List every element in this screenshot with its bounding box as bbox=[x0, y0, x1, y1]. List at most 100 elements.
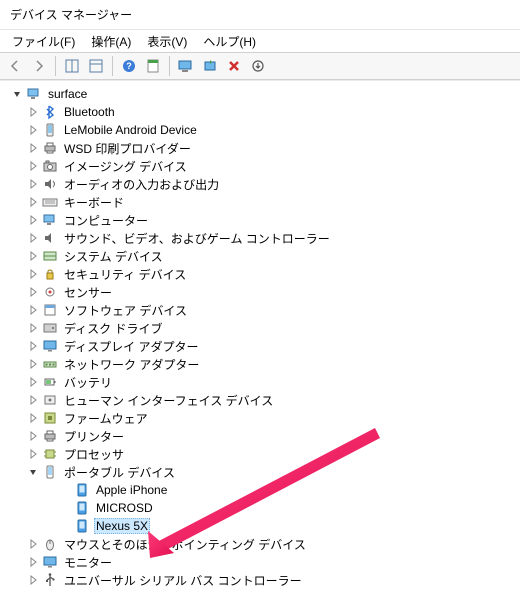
camera-icon bbox=[42, 158, 58, 174]
menu-action[interactable]: 操作(A) bbox=[85, 31, 137, 52]
expander-icon[interactable] bbox=[26, 303, 40, 317]
tree-node[interactable]: ポータブル デバイス bbox=[0, 463, 520, 481]
expander-icon[interactable] bbox=[26, 411, 40, 425]
toolbar-help-button[interactable]: ? bbox=[118, 55, 140, 77]
expander-icon[interactable] bbox=[26, 339, 40, 353]
tree-node-label: MICROSD bbox=[94, 500, 155, 516]
expander-icon[interactable] bbox=[26, 465, 40, 479]
tree-node-label: ヒューマン インターフェイス デバイス bbox=[62, 391, 275, 410]
tree-node[interactable]: ソフトウェア デバイス bbox=[0, 301, 520, 319]
tree-node[interactable]: ディスク ドライブ bbox=[0, 319, 520, 337]
expander-icon[interactable] bbox=[26, 267, 40, 281]
expander-icon[interactable] bbox=[26, 375, 40, 389]
tree-node[interactable]: キーボード bbox=[0, 193, 520, 211]
audio-icon bbox=[42, 176, 58, 192]
tree-node[interactable]: セキュリティ デバイス bbox=[0, 265, 520, 283]
toolbar-forward-button[interactable] bbox=[28, 55, 50, 77]
tree-node[interactable]: コンピューター bbox=[0, 211, 520, 229]
system-icon bbox=[42, 248, 58, 264]
tree-node-label: イメージング デバイス bbox=[62, 157, 189, 176]
tree-node[interactable]: オーディオの入力および出力 bbox=[0, 175, 520, 193]
tree-node[interactable]: バッテリ bbox=[0, 373, 520, 391]
tree-node[interactable]: イメージング デバイス bbox=[0, 157, 520, 175]
tree-node-label: surface bbox=[46, 86, 89, 102]
tree-child-node[interactable]: MICROSD bbox=[0, 499, 520, 517]
expander-icon[interactable] bbox=[26, 159, 40, 173]
usb-icon bbox=[42, 572, 58, 588]
computer-icon bbox=[42, 212, 58, 228]
x-icon bbox=[227, 59, 241, 73]
tree-child-node[interactable]: Nexus 5X bbox=[0, 517, 520, 535]
expander-icon[interactable] bbox=[26, 123, 40, 137]
expander-icon[interactable] bbox=[26, 537, 40, 551]
device-tree-pane[interactable]: surfaceBluetoothLeMobile Android DeviceW… bbox=[0, 80, 520, 590]
properties-icon bbox=[146, 59, 160, 73]
expander-icon[interactable] bbox=[26, 429, 40, 443]
toolbar-uninstall-button[interactable] bbox=[223, 55, 245, 77]
expander-icon[interactable] bbox=[26, 321, 40, 335]
toolbar-grid1-button[interactable] bbox=[61, 55, 83, 77]
tree-node-label: セキュリティ デバイス bbox=[62, 265, 188, 284]
menu-file[interactable]: ファイル(F) bbox=[6, 31, 81, 52]
expander-icon[interactable] bbox=[26, 285, 40, 299]
tree-node-label: コンピューター bbox=[62, 211, 150, 230]
expander-icon[interactable] bbox=[26, 231, 40, 245]
disk-icon bbox=[42, 320, 58, 336]
toolbar-refresh-button[interactable] bbox=[247, 55, 269, 77]
tree-node[interactable]: WSD 印刷プロバイダー bbox=[0, 139, 520, 157]
printer-icon bbox=[42, 140, 58, 156]
tree-root[interactable]: surface bbox=[0, 85, 520, 103]
device-blue-icon bbox=[74, 500, 90, 516]
tree-node[interactable]: マウスとそのほかのポインティング デバイス bbox=[0, 535, 520, 553]
tree-node[interactable]: システム デバイス bbox=[0, 247, 520, 265]
expander-icon[interactable] bbox=[26, 249, 40, 263]
expander-icon[interactable] bbox=[26, 177, 40, 191]
software-icon bbox=[42, 302, 58, 318]
expander-icon[interactable] bbox=[26, 141, 40, 155]
tree-node[interactable]: プリンター bbox=[0, 427, 520, 445]
expander-icon[interactable] bbox=[26, 105, 40, 119]
tree-node[interactable]: モニター bbox=[0, 553, 520, 571]
tree-node[interactable]: ネットワーク アダプター bbox=[0, 355, 520, 373]
display-icon bbox=[42, 338, 58, 354]
expander-icon[interactable] bbox=[26, 357, 40, 371]
expander-icon[interactable] bbox=[26, 555, 40, 569]
menubar: ファイル(F) 操作(A) 表示(V) ヘルプ(H) bbox=[0, 30, 520, 52]
expander-icon[interactable] bbox=[10, 87, 24, 101]
expander-icon[interactable] bbox=[26, 573, 40, 587]
tree-node[interactable]: サウンド、ビデオ、およびゲーム コントローラー bbox=[0, 229, 520, 247]
cpu-icon bbox=[42, 446, 58, 462]
tree-node-label: ファームウェア bbox=[62, 409, 150, 428]
expander-icon[interactable] bbox=[26, 213, 40, 227]
toolbar-update-button[interactable] bbox=[199, 55, 221, 77]
tree-node[interactable]: ユニバーサル シリアル バス コントローラー bbox=[0, 571, 520, 589]
expander-icon[interactable] bbox=[26, 447, 40, 461]
tree-node[interactable]: センサー bbox=[0, 283, 520, 301]
tree-node-label: センサー bbox=[62, 283, 114, 302]
menu-view[interactable]: 表示(V) bbox=[141, 31, 193, 52]
tree-node-label: モニター bbox=[62, 553, 114, 572]
tree-node-label: ソフトウェア デバイス bbox=[62, 301, 189, 320]
toolbar-properties-button[interactable] bbox=[142, 55, 164, 77]
monitor-icon bbox=[42, 554, 58, 570]
tree-node[interactable]: Bluetooth bbox=[0, 103, 520, 121]
expander-icon[interactable] bbox=[26, 195, 40, 209]
tree-node[interactable]: LeMobile Android Device bbox=[0, 121, 520, 139]
firmware-icon bbox=[42, 410, 58, 426]
menu-help[interactable]: ヘルプ(H) bbox=[197, 31, 262, 52]
expander-icon[interactable] bbox=[26, 393, 40, 407]
tree-child-node[interactable]: Apple iPhone bbox=[0, 481, 520, 499]
tree-node-label: WSD 印刷プロバイダー bbox=[62, 139, 193, 158]
tree-node[interactable]: プロセッサ bbox=[0, 445, 520, 463]
tree-node[interactable]: ファームウェア bbox=[0, 409, 520, 427]
toolbar-back-button[interactable] bbox=[4, 55, 26, 77]
toolbar-scan-button[interactable] bbox=[175, 55, 197, 77]
battery-icon bbox=[42, 374, 58, 390]
arrow-right-icon bbox=[32, 59, 46, 73]
panel-icon bbox=[89, 59, 103, 73]
toolbar-grid2-button[interactable] bbox=[85, 55, 107, 77]
tree-node[interactable]: ヒューマン インターフェイス デバイス bbox=[0, 391, 520, 409]
update-icon bbox=[203, 59, 217, 73]
tree-node[interactable]: ディスプレイ アダプター bbox=[0, 337, 520, 355]
device-blue-icon bbox=[74, 518, 90, 534]
